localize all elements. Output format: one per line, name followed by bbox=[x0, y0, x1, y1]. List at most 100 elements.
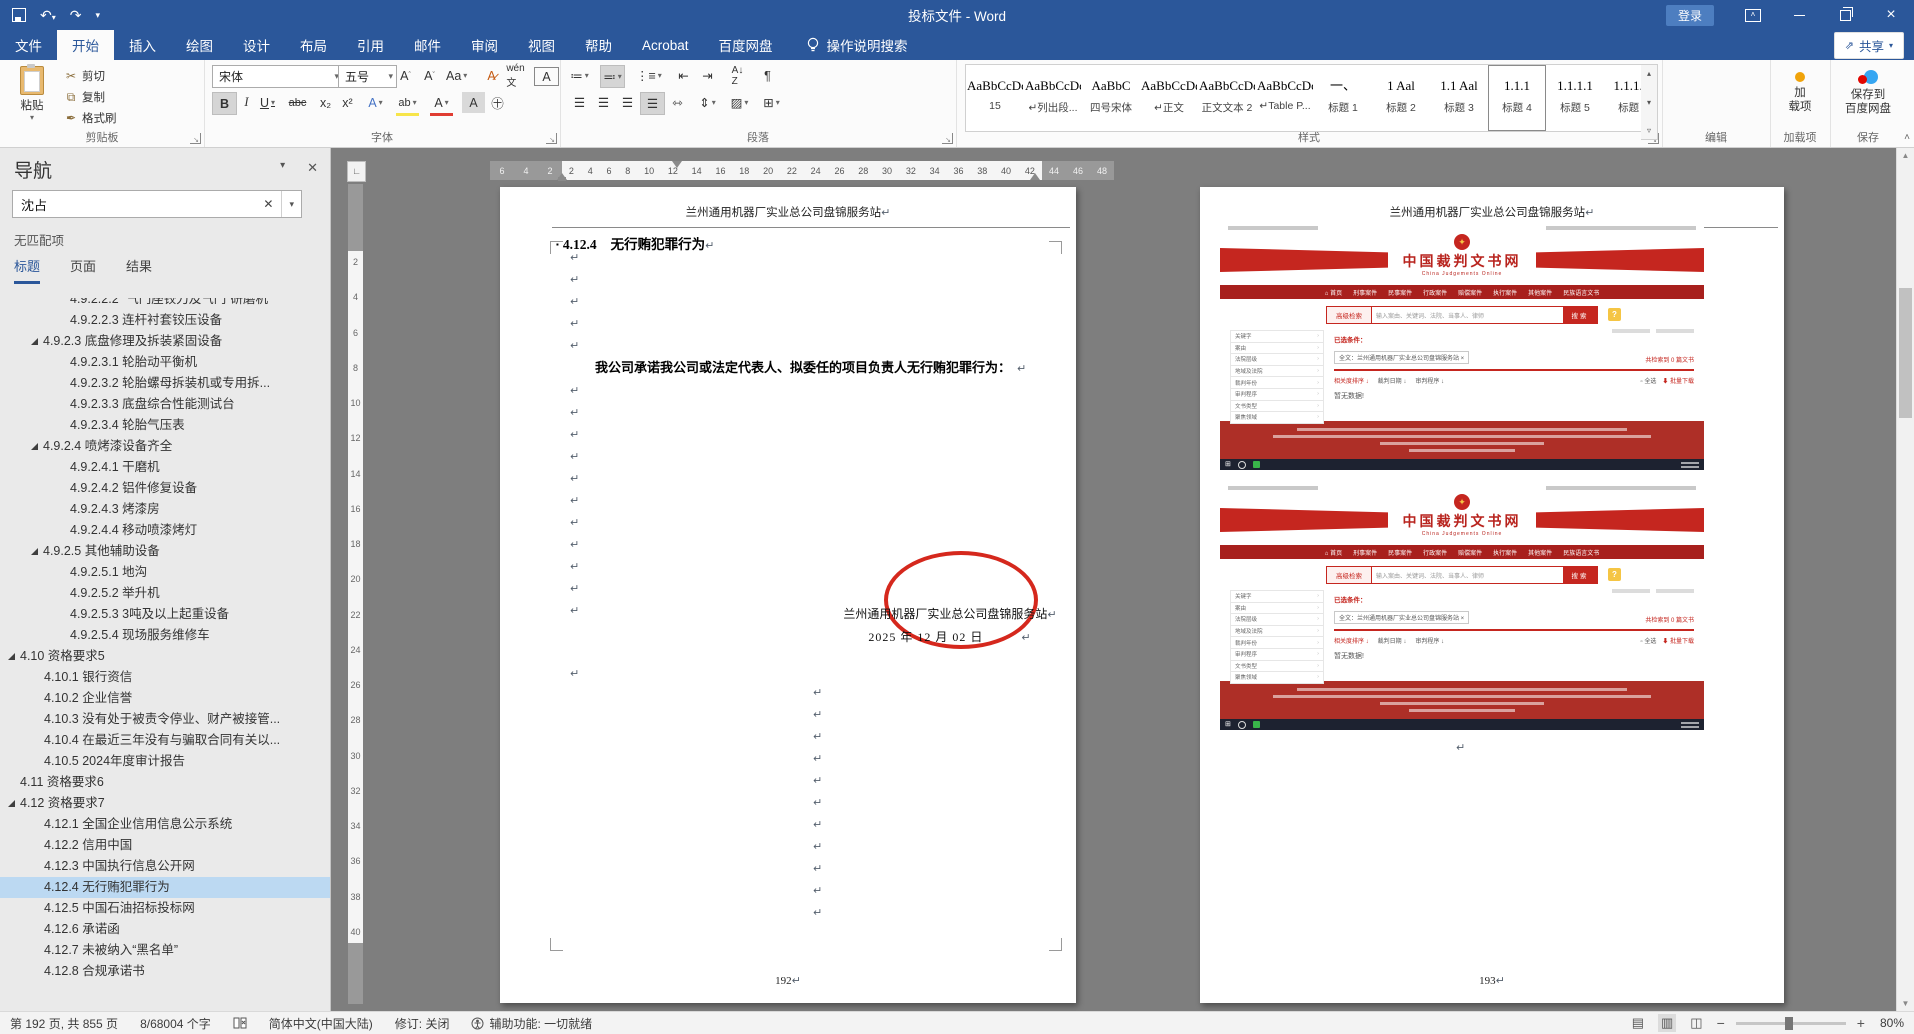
nav-item[interactable]: 4.9.2.4.2 铝件修复设备 bbox=[0, 478, 330, 499]
style-item-标题 2[interactable]: 1 Aal 标题 2 bbox=[1372, 65, 1430, 131]
nav-item[interactable]: 4.10.1 银行资信 bbox=[0, 667, 330, 688]
web-layout-view-icon[interactable]: ◫ bbox=[1687, 1014, 1705, 1032]
bullets-button[interactable]: ≔ ▾ bbox=[568, 65, 591, 86]
nav-tab-标题[interactable]: 标题 bbox=[14, 256, 41, 284]
style-item-正文文本 2[interactable]: AaBbCcDd 正文文本 2 bbox=[1198, 65, 1256, 131]
highlight-color-button[interactable]: ab ▾ bbox=[396, 92, 419, 116]
align-right-button[interactable]: ☰ bbox=[616, 92, 639, 113]
customize-quick-access-icon[interactable]: ▾ bbox=[95, 10, 100, 20]
site-nav-item[interactable]: 刑事案件 bbox=[1353, 288, 1377, 297]
nav-item[interactable]: 4.9.2.4 喷烤漆设备齐全 bbox=[0, 436, 330, 457]
tell-me-search[interactable]: 操作说明搜索 bbox=[806, 30, 908, 60]
site-nav-item[interactable]: 赔偿案件 bbox=[1458, 288, 1482, 297]
ribbon-tab-审阅[interactable]: 审阅 bbox=[456, 30, 513, 60]
site-search-placeholder[interactable]: 输入案由、关键词、法院、当事人、律师 bbox=[1372, 567, 1563, 583]
search-condition-tag[interactable]: 全文：兰州通用机器厂实业总公司盘锦服务站 × bbox=[1334, 611, 1470, 624]
ribbon-tab-邮件[interactable]: 邮件 bbox=[399, 30, 456, 60]
style-item-↵列出段...[interactable]: AaBbCcDc ↵列出段... bbox=[1024, 65, 1082, 131]
vertical-ruler[interactable]: 2 4 6 8 10 12 14 16 18 20 22 24 26 28 30 32 34 36 38 40 bbox=[348, 184, 363, 1004]
print-layout-view-icon[interactable]: ▥ bbox=[1658, 1014, 1677, 1032]
ribbon-tab-百度网盘[interactable]: 百度网盘 bbox=[704, 30, 788, 60]
horizontal-ruler[interactable]: 642 2 4 6 8 10 12 14 16 18 20 22 24 26 28 30 32 34 36 38 40… bbox=[490, 161, 1114, 181]
page-indicator[interactable]: 第 192 页, 共 855 页 bbox=[10, 1015, 118, 1032]
site-nav-item[interactable]: 赔偿案件 bbox=[1458, 548, 1482, 557]
save-icon[interactable] bbox=[12, 8, 26, 22]
nav-item[interactable]: 4.12.7 未被纳入“黑名单” bbox=[0, 940, 330, 961]
phonetic-guide-button[interactable]: wén 文 bbox=[504, 63, 527, 89]
expand-triangle-icon[interactable] bbox=[31, 443, 38, 450]
ribbon-tab-Acrobat[interactable]: Acrobat bbox=[627, 30, 704, 60]
site-nav-item[interactable]: 执行案件 bbox=[1493, 548, 1517, 557]
zoom-level[interactable]: 80% bbox=[1880, 1016, 1904, 1030]
nav-item[interactable]: 4.9.2.3.3 底盘综合性能测试台 bbox=[0, 394, 330, 415]
site-nav-item[interactable]: ⌂ 首页 bbox=[1325, 548, 1342, 557]
expand-triangle-icon[interactable] bbox=[8, 800, 15, 807]
zoom-slider[interactable] bbox=[1735, 1016, 1846, 1030]
style-item-↵正文[interactable]: AaBbCcDd ↵正文 bbox=[1140, 65, 1198, 131]
site-nav-item[interactable]: 其他案件 bbox=[1528, 548, 1552, 557]
distribute-button[interactable]: ⇿ bbox=[666, 92, 689, 113]
style-item-标题 4[interactable]: 1.1.1 标题 4 bbox=[1488, 65, 1546, 131]
shrink-font-button[interactable]: Aˇ bbox=[418, 65, 441, 86]
search-options-chevron-icon[interactable]: ▾ bbox=[281, 191, 301, 217]
close-button[interactable]: × bbox=[1868, 0, 1914, 30]
sort-button[interactable]: A↓ Z bbox=[726, 65, 749, 87]
site-nav-item[interactable]: 民族语言文书 bbox=[1563, 288, 1599, 297]
underline-button[interactable]: U ▾ bbox=[256, 92, 279, 113]
style-gallery-more-button[interactable]: ▴ ▾ ▿ bbox=[1641, 64, 1658, 140]
borders-button[interactable]: ⊞ ▾ bbox=[760, 92, 783, 113]
site-nav-item[interactable]: 行政案件 bbox=[1423, 548, 1447, 557]
align-left-button[interactable]: ☰ bbox=[568, 92, 591, 113]
nav-pane-options-icon[interactable]: ▾ bbox=[280, 160, 285, 176]
language-indicator[interactable]: 简体中文(中国大陆) bbox=[269, 1015, 373, 1032]
ribbon-tab-文件[interactable]: 文件 bbox=[0, 30, 57, 60]
style-item-标题 6[interactable]: 1.1.1.1.标题 6 bbox=[1604, 65, 1643, 131]
paste-button[interactable]: 粘贴 ▾ bbox=[10, 64, 54, 122]
copy-button[interactable]: ⧉ 复制 bbox=[64, 89, 105, 105]
document-page-193[interactable]: 兰州通用机器厂实业总公司盘锦服务站↵ ✦ 中国裁判文书网 China Judgeme… bbox=[1200, 187, 1784, 1003]
proofing-icon[interactable] bbox=[233, 1017, 247, 1030]
accessibility-status[interactable]: 辅助功能: 一切就绪 bbox=[471, 1015, 592, 1032]
nav-item[interactable]: 4.9.2.4.3 烤漆房 bbox=[0, 499, 330, 520]
clear-formatting-button[interactable]: A̷ bbox=[480, 65, 503, 86]
site-search-button[interactable]: 搜索 bbox=[1563, 307, 1597, 323]
italic-button[interactable]: I bbox=[235, 92, 258, 113]
ribbon-display-options-button[interactable]: ˄ bbox=[1730, 0, 1776, 30]
nav-item[interactable]: 4.9.2.3.4 轮胎气压表 bbox=[0, 415, 330, 436]
cut-button[interactable]: ✂ 剪切 bbox=[64, 68, 105, 84]
style-item-15[interactable]: AaBbCcDc 15 bbox=[966, 65, 1024, 131]
font-dialog-launcher[interactable] bbox=[546, 133, 557, 144]
sort-option[interactable]: 相关度排序 ↓ bbox=[1334, 376, 1369, 385]
nav-item[interactable]: 4.12.2 信用中国 bbox=[0, 835, 330, 856]
nav-item[interactable]: 4.12.1 全国企业信用信息公示系统 bbox=[0, 814, 330, 835]
nav-item[interactable]: 4.10.3 没有处于被责令停业、财产被接管... bbox=[0, 709, 330, 730]
ribbon-tab-帮助[interactable]: 帮助 bbox=[570, 30, 627, 60]
nav-item[interactable]: 4.9.2.4.1 干磨机 bbox=[0, 457, 330, 478]
site-nav-item[interactable]: 民事案件 bbox=[1388, 288, 1412, 297]
sort-option[interactable]: 裁判日期 ↓ bbox=[1378, 376, 1407, 385]
batch-download-button[interactable]: ⬇ 批量下载 bbox=[1662, 636, 1694, 645]
expand-triangle-icon[interactable] bbox=[8, 653, 15, 660]
zoom-slider-thumb[interactable] bbox=[1785, 1016, 1794, 1030]
bold-button[interactable]: B bbox=[212, 92, 237, 115]
nav-item[interactable]: 4.9.2.5.4 现场服务维修车 bbox=[0, 625, 330, 646]
nav-item[interactable]: 4.9.2.2.2 “气门座铰刀及气门”研磨机 bbox=[0, 298, 330, 310]
site-nav-item[interactable]: 刑事案件 bbox=[1353, 548, 1377, 557]
nav-item[interactable]: 4.12.8 合规承诺书 bbox=[0, 961, 330, 982]
grow-font-button[interactable]: Aˆ bbox=[394, 65, 417, 86]
ribbon-tab-布局[interactable]: 布局 bbox=[285, 30, 342, 60]
add-ins-button[interactable]: 加载项 bbox=[1770, 68, 1830, 114]
expand-triangle-icon[interactable] bbox=[31, 338, 38, 345]
shading-button[interactable]: ▨ ▾ bbox=[728, 92, 751, 113]
ribbon-tab-插入[interactable]: 插入 bbox=[114, 30, 171, 60]
site-nav-item[interactable]: 执行案件 bbox=[1493, 288, 1517, 297]
sort-option[interactable]: 审判程序 ↓ bbox=[1415, 636, 1444, 645]
nav-item[interactable]: 4.12 资格要求7 bbox=[0, 793, 330, 814]
expand-triangle-icon[interactable] bbox=[31, 548, 38, 555]
nav-item[interactable]: 4.9.2.5 其他辅助设备 bbox=[0, 541, 330, 562]
nav-pane-close-icon[interactable]: ✕ bbox=[307, 160, 318, 176]
nav-item[interactable]: 4.9.2.5.3 3吨及以上起重设备 bbox=[0, 604, 330, 625]
scrollbar-thumb[interactable] bbox=[1899, 288, 1912, 418]
site-nav-item[interactable]: 民族语言文书 bbox=[1563, 548, 1599, 557]
style-item-标题 3[interactable]: 1.1 Aal 标题 3 bbox=[1430, 65, 1488, 131]
